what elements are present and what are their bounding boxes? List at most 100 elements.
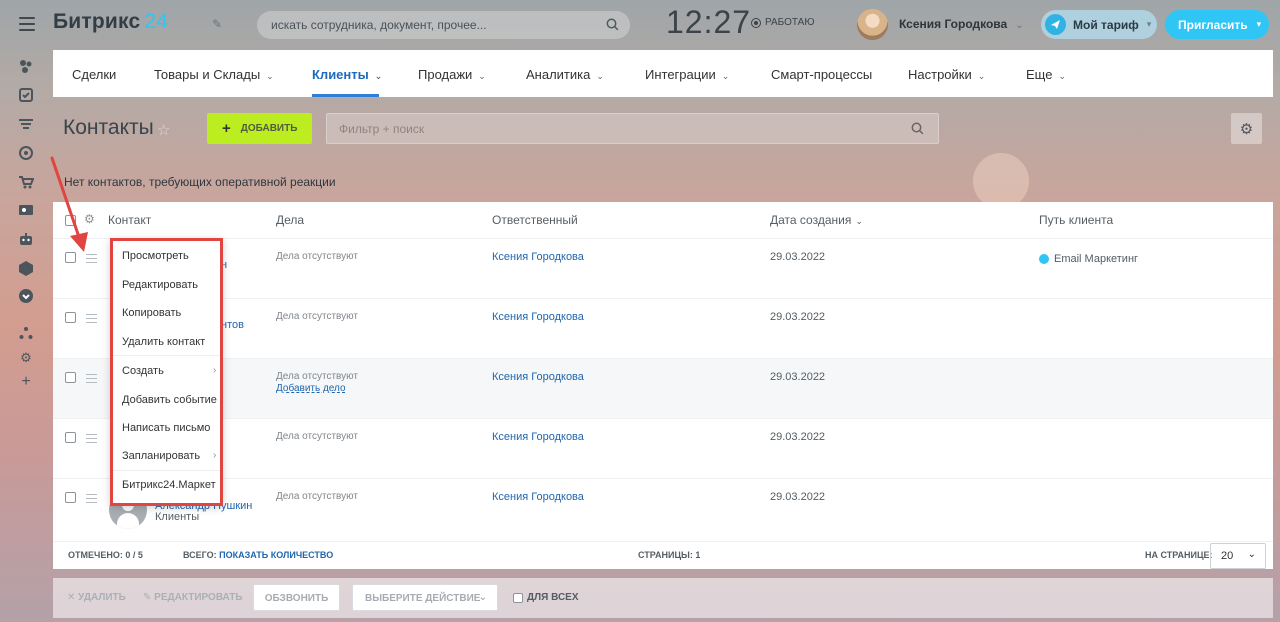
filter-placeholder: Фильтр + поиск [339, 122, 425, 136]
user-menu[interactable]: Ксения Городкова ⌄ [899, 17, 1024, 31]
column-header-client-path[interactable]: Путь клиента [1039, 213, 1113, 227]
menu-item-schedule[interactable]: Запланировать › [122, 450, 216, 462]
row-menu-handle-icon[interactable] [86, 494, 97, 506]
invite-button[interactable]: Пригласить ▾ [1165, 10, 1269, 39]
created-date: 29.03.2022 [770, 431, 826, 443]
target-icon[interactable] [18, 145, 34, 161]
tab-clients[interactable]: Клиенты ⌄ [312, 67, 382, 82]
chevron-down-icon: ⌄ [478, 592, 487, 603]
table-row[interactable]: Дела отсутствуют Добавить дело Ксения Го… [53, 358, 1273, 418]
row-menu-handle-icon[interactable] [86, 314, 97, 326]
responsible-link[interactable]: Ксения Городкова [492, 251, 584, 263]
column-header-created[interactable]: Дата создания ⌄ [770, 213, 863, 227]
chevron-down-icon: ⌄ [1015, 20, 1024, 31]
menu-burger-icon[interactable] [19, 17, 35, 31]
cart-icon[interactable] [18, 174, 34, 190]
menu-item-view[interactable]: Просмотреть [122, 250, 189, 262]
menu-item-write-email[interactable]: Написать письмо [122, 422, 210, 434]
menu-item-market[interactable]: Битрикс24.Маркет [122, 479, 216, 491]
tab-more[interactable]: Еще ⌄ [1026, 67, 1066, 82]
gear-icon[interactable]: ⚙ [18, 350, 34, 366]
deals-cell: Дела отсутствуют [276, 491, 358, 502]
table-row[interactable]: н Дела отсутствуют Ксения Городкова 29.0… [53, 238, 1273, 298]
robot-icon[interactable] [18, 231, 34, 247]
tasks-icon[interactable] [18, 87, 34, 103]
select-action-dropdown[interactable]: ВЫБЕРИТЕ ДЕЙСТВИЕ ⌄ [352, 584, 498, 611]
deals-cell: Дела отсутствуют [276, 311, 358, 322]
crm-icon[interactable] [18, 58, 34, 74]
plus-icon: + [222, 120, 231, 137]
chevron-down-icon: ⌄ [1247, 549, 1256, 560]
responsible-link[interactable]: Ксения Городкова [492, 491, 584, 503]
contact-card-icon[interactable] [18, 202, 34, 218]
user-avatar[interactable] [857, 9, 888, 40]
chevron-down-icon: ⌄ [478, 71, 486, 81]
menu-item-copy[interactable]: Копировать [122, 307, 181, 319]
status-dot-icon [751, 17, 761, 28]
tab-settings[interactable]: Настройки ⌄ [908, 67, 985, 82]
row-menu-handle-icon[interactable] [86, 374, 97, 386]
row-context-menu: Просмотреть Редактировать Копировать Уда… [110, 238, 223, 506]
for-all-checkbox[interactable]: ДЛЯ ВСЕХ [513, 592, 579, 603]
clock[interactable]: 12:27 [666, 4, 751, 41]
delete-action[interactable]: ✕ УДАЛИТЬ [67, 592, 126, 603]
per-page-label: НА СТРАНИЦЕ: [1145, 550, 1213, 560]
menu-item-edit[interactable]: Редактировать [122, 279, 198, 291]
responsible-link[interactable]: Ксения Городкова [492, 371, 584, 383]
box-icon[interactable] [18, 260, 34, 276]
row-checkbox[interactable] [65, 432, 76, 443]
table-row[interactable]: Александр Пушкин Клиенты Дела отсутствую… [53, 478, 1273, 538]
column-header-responsible[interactable]: Ответственный [492, 213, 578, 227]
per-page-select[interactable]: 20 ⌄ [1210, 543, 1266, 569]
menu-item-create[interactable]: Создать › [122, 365, 216, 377]
row-checkbox[interactable] [65, 492, 76, 503]
responsible-link[interactable]: Ксения Городкова [492, 431, 584, 443]
row-checkbox[interactable] [65, 372, 76, 383]
tab-products[interactable]: Товары и Склады ⌄ [154, 67, 274, 82]
created-date: 29.03.2022 [770, 251, 826, 263]
global-search-input[interactable]: искать сотрудника, документ, прочее... [257, 11, 630, 39]
filter-search-input[interactable]: Фильтр + поиск [326, 113, 939, 144]
tab-smart-processes[interactable]: Смарт-процессы [771, 67, 872, 82]
chevron-down-icon: ⌄ [977, 71, 986, 81]
list-settings-button[interactable]: ⚙ [1231, 113, 1262, 144]
sort-chevron-icon: ⌄ [855, 216, 863, 226]
pencil-icon[interactable]: ✎ [212, 17, 222, 31]
row-checkbox[interactable] [65, 312, 76, 323]
call-button[interactable]: ОБЗВОНИТЬ [253, 584, 340, 611]
funnel-icon[interactable] [18, 116, 34, 132]
menu-item-delete[interactable]: Удалить контакт [122, 336, 205, 348]
responsible-link[interactable]: Ксения Городкова [492, 311, 584, 323]
tab-deals[interactable]: Сделки [72, 67, 116, 82]
menu-item-add-event[interactable]: Добавить событие [122, 394, 217, 406]
table-row[interactable]: нтов Дела отсутствуют Ксения Городкова 2… [53, 298, 1273, 358]
tab-sales[interactable]: Продажи ⌄ [418, 67, 486, 82]
client-path: Email Маркетинг [1039, 253, 1138, 265]
sitemap-icon[interactable] [18, 325, 34, 341]
column-header-deals[interactable]: Дела [276, 213, 304, 227]
contact-name[interactable]: нтов [221, 319, 244, 331]
search-icon [606, 18, 619, 34]
gear-icon: ⚙ [1239, 120, 1254, 138]
plus-icon[interactable]: + [18, 374, 34, 390]
work-status[interactable]: РАБОТАЮ [751, 17, 814, 28]
tab-analytics[interactable]: Аналитика ⌄ [526, 67, 604, 82]
add-contact-button[interactable]: + ДОБАВИТЬ [207, 113, 312, 144]
add-deal-link[interactable]: Добавить дело [276, 383, 358, 395]
tariff-button[interactable]: Мой тариф ▾ [1041, 10, 1157, 39]
menu-separator [113, 470, 220, 471]
deals-cell: Дела отсутствуют [276, 431, 358, 442]
created-date: 29.03.2022 [770, 371, 826, 383]
tab-integrations[interactable]: Интеграции ⌄ [645, 67, 729, 82]
row-menu-handle-icon[interactable] [86, 434, 97, 446]
star-icon[interactable]: ☆ [157, 121, 170, 139]
logo[interactable]: Битрикс 24 [53, 10, 168, 34]
edit-action[interactable]: ✎ РЕДАКТИРОВАТЬ [143, 592, 243, 603]
left-rail: ⚙ + [0, 0, 52, 622]
more-circle-icon[interactable] [18, 288, 34, 304]
show-count-link[interactable]: ПОКАЗАТЬ КОЛИЧЕСТВО [219, 550, 333, 560]
table-row[interactable]: Дела отсутствуют Ксения Городкова 29.03.… [53, 418, 1273, 478]
chevron-down-icon: ⌄ [266, 71, 274, 81]
email-marketing-icon [1039, 254, 1049, 264]
rocket-icon [1045, 14, 1066, 35]
